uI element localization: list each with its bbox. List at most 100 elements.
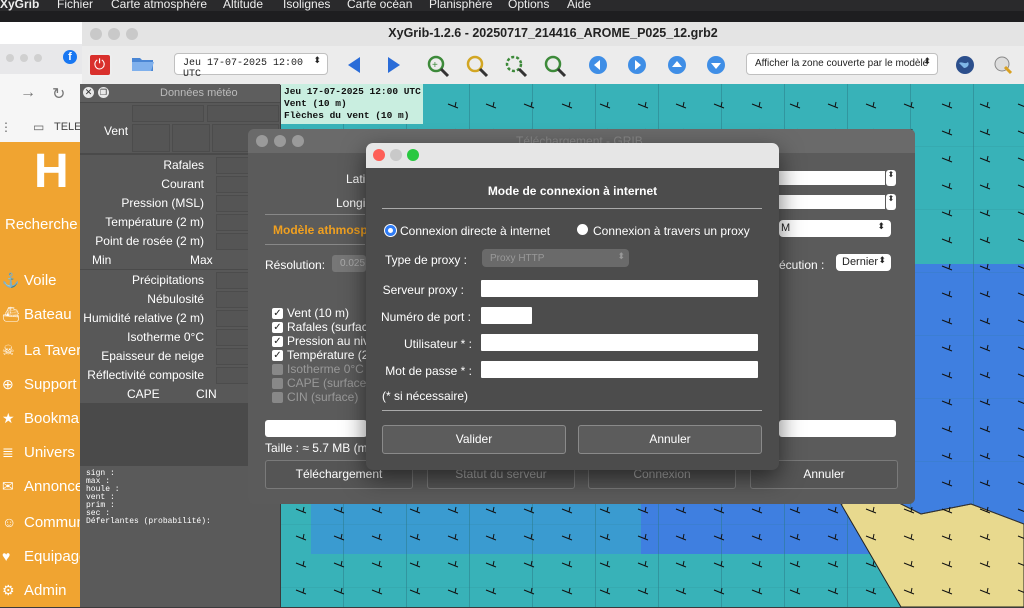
validate-button[interactable]: Valider — [382, 425, 566, 454]
site-nav-label: Univers — [24, 444, 75, 461]
radio-direct[interactable] — [384, 224, 397, 237]
param-checkbox[interactable]: ✓ — [272, 336, 283, 347]
grid-icon[interactable]: ⋮ — [0, 120, 12, 134]
param-checkbox[interactable] — [272, 392, 283, 403]
proxy-type-select[interactable]: Proxy HTTP ⬍ — [482, 249, 629, 267]
menu-carte-atmosphere[interactable]: Carte atmosphère — [111, 0, 207, 11]
zoom-fit-icon[interactable] — [504, 54, 528, 78]
window-zoom-button[interactable] — [292, 135, 304, 147]
site-nav-support[interactable]: ⊕ Support — [0, 372, 82, 402]
pan-left-icon[interactable] — [588, 55, 608, 75]
browser-nav: → ↻ — [0, 74, 82, 116]
meteo-panel-title: Données météo — [160, 87, 238, 99]
site-nav-bateau[interactable]: ⛴ Bateau — [0, 302, 82, 332]
menu-planisphere[interactable]: Planisphère — [429, 0, 492, 11]
anchor-icon: ⚓ — [2, 272, 20, 288]
previous-arrow-icon[interactable] — [346, 55, 362, 75]
menu-fichier[interactable]: Fichier — [57, 0, 93, 11]
password-label: Mot de passe * : — [385, 364, 472, 378]
close-icon[interactable]: ✕ — [83, 87, 94, 98]
site-nav-communaut-[interactable]: ☺ Communauté — [0, 510, 114, 540]
globe-icon[interactable] — [955, 55, 975, 75]
radio-direct-label[interactable]: Connexion directe à internet — [400, 224, 550, 238]
site-nav-admin[interactable]: ⚙ Admin — [0, 578, 82, 608]
radio-proxy[interactable] — [577, 224, 588, 235]
site-nav-la-taverne[interactable]: ☠ La Taverne — [0, 338, 98, 368]
param-checkbox[interactable]: ✓ — [272, 322, 283, 333]
lat-field[interactable] — [779, 171, 885, 185]
lon-field[interactable] — [779, 195, 885, 209]
param-checkbox[interactable] — [272, 378, 283, 389]
site-nav-univers[interactable]: ≣ Univers — [0, 440, 82, 470]
bookmarks-bar: ⋮ ▭ TELE — [0, 116, 82, 143]
site-search-label[interactable]: Recherche — [5, 216, 78, 233]
pan-right-icon[interactable] — [627, 55, 647, 75]
star-icon: ★ — [2, 410, 15, 426]
pan-down-icon[interactable] — [706, 55, 726, 75]
param-checkbox-label[interactable]: Isotherme 0°C — [287, 362, 367, 376]
menu-app[interactable]: XyGrib — [0, 0, 39, 11]
port-input[interactable] — [481, 307, 532, 324]
param-checkbox-label[interactable]: Rafales (surfac — [287, 320, 367, 334]
menu-altitude[interactable]: Altitude — [223, 0, 263, 11]
meteo-row-label: Précipitations — [131, 273, 204, 287]
menu-aide[interactable]: Aide — [567, 0, 591, 11]
date-select[interactable]: Jeu 17-07-2025 12:00 UTC ⬍ — [174, 53, 328, 80]
site-nav-voile[interactable]: ⚓ Voile — [0, 268, 82, 298]
param-checkbox-label[interactable]: CIN (surface) — [287, 390, 367, 404]
facebook-tab-icon[interactable]: f — [63, 50, 77, 64]
window-close-button[interactable] — [373, 149, 385, 161]
zone-select[interactable]: Afficher la zone couverte par le modèle … — [746, 53, 938, 75]
site-nav-bookmarks[interactable]: ★ Bookmarks — [0, 406, 99, 436]
lat-stepper[interactable]: ⬍ — [886, 170, 896, 186]
open-file-button[interactable] — [130, 52, 158, 78]
lon-stepper[interactable]: ⬍ — [886, 194, 896, 210]
site-nav-equipages[interactable]: ♥ Equipages — [0, 544, 95, 574]
zoom-in-icon[interactable]: + — [426, 54, 450, 78]
window-minimize-button[interactable] — [390, 149, 402, 161]
float-icon[interactable]: ❐ — [98, 87, 109, 98]
window-dot — [20, 54, 28, 62]
pan-up-icon[interactable] — [667, 55, 687, 75]
window-zoom-button[interactable] — [407, 149, 419, 161]
param-checkbox-label[interactable]: Pression au nive — [287, 334, 367, 348]
resolution-select[interactable]: 0.025 — [332, 255, 366, 272]
window-close-button[interactable] — [256, 135, 268, 147]
window-minimize-button[interactable] — [274, 135, 286, 147]
zoom-out-icon[interactable] — [465, 54, 489, 78]
menu-carte-ocean[interactable]: Carte océan — [347, 0, 412, 11]
back-arrow-icon[interactable]: → — [20, 84, 36, 102]
user-input[interactable] — [481, 334, 758, 351]
next-arrow-icon[interactable] — [386, 55, 402, 75]
execution-select[interactable]: Dernier ⬍ — [836, 254, 891, 271]
param-checkbox-label[interactable]: CAPE (surface) — [287, 376, 367, 390]
reload-icon[interactable]: ↻ — [52, 84, 65, 104]
param-checkbox[interactable] — [272, 364, 283, 375]
site-nav-label: Bateau — [24, 306, 72, 323]
site-nav-annonces[interactable]: ✉ Annonces — [0, 474, 91, 504]
param-checkbox[interactable]: ✓ — [272, 308, 283, 319]
window-dot — [34, 54, 42, 62]
proxy-cancel-button[interactable]: Annuler — [578, 425, 762, 454]
quit-button[interactable]: ⏻ — [88, 53, 112, 77]
password-input[interactable] — [481, 361, 758, 378]
model-select[interactable]: M ⬍ — [779, 220, 891, 237]
param-checkbox-label[interactable]: Température (2 — [287, 348, 367, 362]
menu-isolignes[interactable]: Isolignes — [283, 0, 330, 11]
mac-menubar: XyGrib Fichier Carte atmosphère Altitude… — [0, 0, 1024, 11]
zoom-selection-icon[interactable] — [543, 54, 567, 78]
skull-icon: ☠ — [2, 342, 15, 358]
progress-bar — [265, 420, 367, 437]
window-title: XyGrib-1.2.6 - 20250717_214416_AROME_P02… — [388, 26, 718, 40]
meteo-row-label: Rafales — [163, 158, 204, 172]
radio-proxy-label[interactable]: Connexion à travers un proxy — [593, 224, 750, 238]
param-checkbox[interactable]: ✓ — [272, 350, 283, 361]
menu-options[interactable]: Options — [508, 0, 549, 11]
pin-map-icon[interactable] — [993, 55, 1013, 75]
site-sidebar: ⚓ Voile ⛴ Bateau ☠ La Taverne ⊕ Support ★ Bookmar… — [0, 242, 114, 608]
model-select-value: M — [781, 222, 791, 234]
proxy-server-input[interactable] — [481, 280, 758, 297]
meteo-panel-header: ✕ ❐ Données météo — [80, 84, 280, 102]
bookmark-folder[interactable]: TELE — [54, 121, 82, 133]
param-checkbox-label[interactable]: Vent (10 m) — [287, 306, 367, 320]
